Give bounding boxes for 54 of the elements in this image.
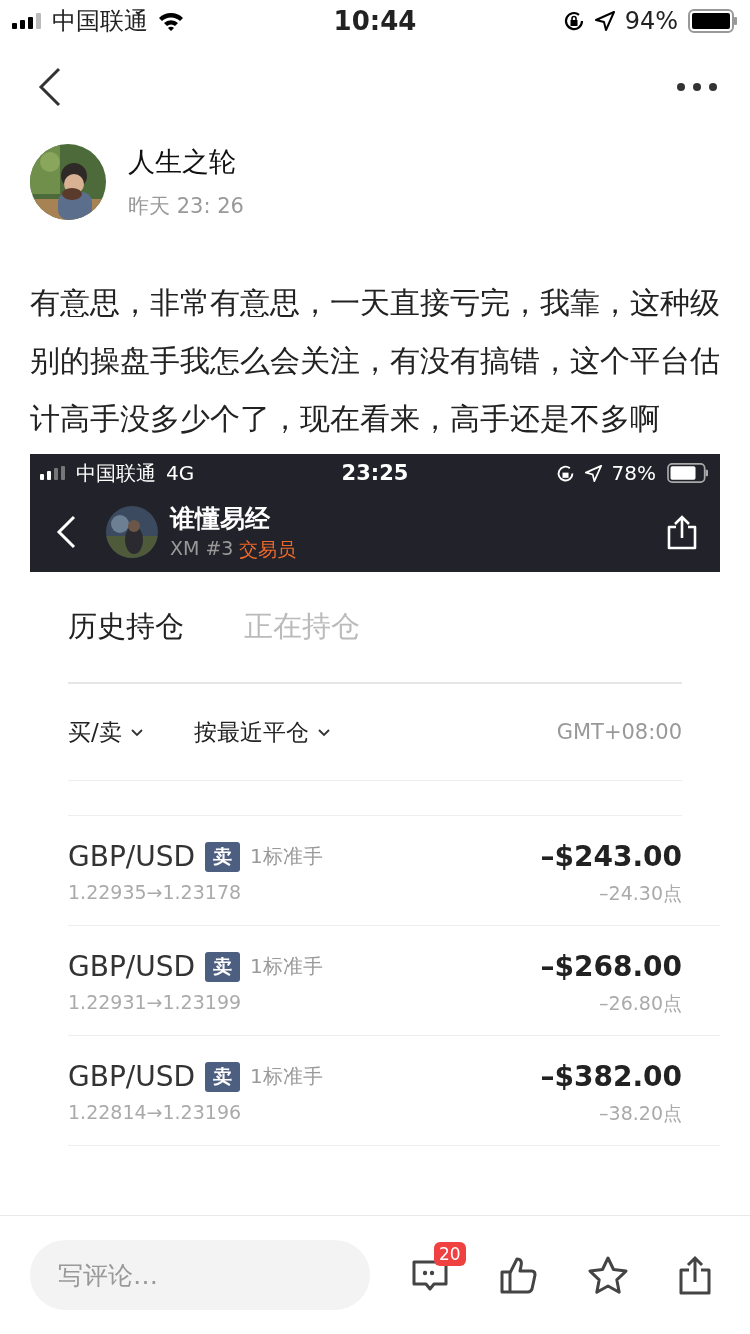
filter-dropdown[interactable]: 买/卖 [68, 716, 144, 748]
battery-icon [666, 463, 710, 483]
back-icon[interactable] [38, 67, 62, 107]
profit-amount: –$243.00 [540, 840, 682, 873]
signal-icon [12, 13, 42, 29]
signal-icon [40, 466, 66, 480]
status-time: 10:44 [333, 6, 417, 36]
currency-pair: GBP/USD [68, 950, 196, 983]
comment-count-badge: 20 [434, 1242, 466, 1266]
author-name[interactable]: 人生之轮 [128, 144, 244, 180]
caret-icon [316, 727, 331, 737]
thumbs-up-icon[interactable] [498, 1255, 539, 1295]
location-icon [584, 464, 602, 482]
filter-dropdown[interactable]: 按最近平仓 [193, 716, 331, 748]
comment-field[interactable]: 写评论… [30, 1240, 370, 1310]
share-icon[interactable] [677, 1255, 712, 1295]
rotation-lock-icon [562, 10, 585, 32]
lot-size: 1标准手 [250, 1063, 323, 1090]
status-time: 23:25 [341, 461, 409, 485]
side-tag: 卖 [205, 951, 241, 982]
caret-icon [129, 727, 144, 737]
trader-rank: XM #3 [170, 536, 234, 561]
rotation-lock-icon [555, 463, 575, 483]
timezone-label: GMT+08:00 [556, 720, 682, 744]
currency-pair: GBP/USD [68, 1060, 196, 1093]
currency-pair: GBP/USD [68, 840, 196, 873]
price-range: 1.22931→1.23199 [68, 991, 243, 1013]
location-icon [594, 11, 615, 31]
wifi-icon [158, 11, 184, 31]
post-time: 昨天 23: 26 [128, 193, 244, 220]
trader-name: 谁懂易经 [170, 502, 271, 535]
price-range: 1.22935→1.23178 [68, 881, 243, 903]
battery-percent: 78% [611, 461, 656, 485]
pip-change: –26.80点 [599, 991, 682, 1016]
profit-amount: –$268.00 [540, 950, 682, 983]
star-icon[interactable] [587, 1255, 630, 1295]
lot-size: 1标准手 [250, 843, 323, 870]
network-type: 4G [166, 461, 195, 485]
share-icon[interactable] [666, 514, 698, 550]
profit-amount: –$382.00 [540, 1060, 682, 1093]
trader-role: 交易员 [239, 536, 297, 562]
side-tag: 卖 [205, 841, 241, 872]
pip-change: –38.20点 [599, 1101, 682, 1126]
post-text: 有意思，非常有意思，一天直接亏完，我靠，这种级别的操盘手我怎么会关注，有没有搞错，这个平台估计高手没多少个了，现在看来，高手还是不多啊 [30, 284, 720, 438]
carrier-name: 中国联通 [76, 459, 156, 487]
more-icon[interactable] [676, 82, 718, 92]
battery-icon [688, 9, 738, 33]
lot-size: 1标准手 [250, 953, 323, 980]
carrier-name: 中国联通 [52, 6, 148, 37]
position-tab[interactable]: 历史持仓 [68, 607, 184, 647]
price-range: 1.22814→1.23196 [68, 1101, 243, 1123]
side-tag: 卖 [205, 1061, 241, 1092]
battery-percent: 94% [624, 7, 678, 35]
pip-change: –24.30点 [599, 881, 682, 906]
